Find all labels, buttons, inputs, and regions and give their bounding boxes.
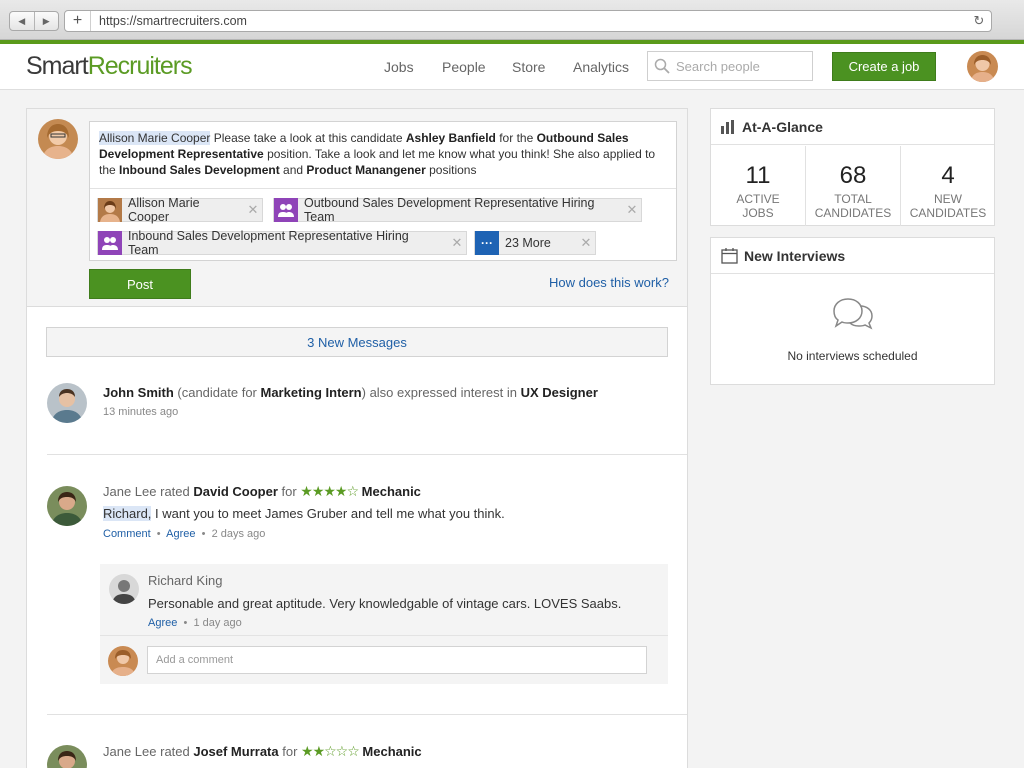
composer-area: Allison Marie Cooper Please take a look … — [27, 109, 687, 307]
current-user-avatar — [108, 646, 138, 676]
post-button[interactable]: Post — [89, 269, 191, 299]
tag-more[interactable]: ··· 23 More ✕ — [474, 231, 596, 255]
jane-lee-link[interactable]: Jane Lee — [103, 484, 157, 499]
comment-actions: Agree • 1 day ago — [148, 617, 242, 629]
create-job-button[interactable]: Create a job — [832, 52, 936, 81]
josef-murrata-link[interactable]: Josef Murrata — [193, 744, 278, 759]
john-smith-link[interactable]: John Smith — [103, 385, 174, 400]
remove-icon[interactable]: ✕ — [577, 235, 595, 251]
feed-text: Jane Lee rated David Cooper for ★★★★☆ Me… — [103, 483, 421, 499]
marketing-intern-link[interactable]: Marketing Intern — [261, 385, 362, 400]
chat-bubbles-icon — [831, 296, 875, 335]
browser-toolbar: ◀ ▶ + https://smartrecruiters.com ↻ — [0, 0, 1024, 40]
app-header: SmartRecruiters Jobs People Store Analyt… — [0, 44, 1024, 90]
nav-store[interactable]: Store — [512, 59, 545, 75]
comment-link[interactable]: Comment — [103, 528, 151, 540]
stat-new-candidates[interactable]: 4 NEW CANDIDATES — [901, 146, 995, 226]
mechanic-link[interactable]: Mechanic — [362, 744, 421, 759]
composer-avatar — [38, 119, 78, 159]
comment-thread: Richard King Personable and great aptitu… — [100, 564, 668, 684]
panel-header: At-A-Glance — [711, 109, 994, 145]
feed-text: John Smith (candidate for Marketing Inte… — [103, 385, 598, 400]
team-icon — [274, 198, 298, 222]
back-icon[interactable]: ◀ — [10, 12, 35, 30]
add-comment-input[interactable]: Add a comment — [147, 646, 647, 674]
panel-header: New Interviews — [711, 238, 994, 274]
stat-total-candidates[interactable]: 68 TOTAL CANDIDATES — [806, 146, 900, 226]
remove-icon[interactable]: ✕ — [623, 202, 641, 218]
url-text[interactable]: https://smartrecruiters.com — [91, 14, 967, 28]
jane-lee-link[interactable]: Jane Lee — [103, 744, 157, 759]
nav-jobs[interactable]: Jobs — [384, 59, 414, 75]
how-does-this-work-link[interactable]: How does this work? — [549, 275, 669, 290]
activity-feed: Allison Marie Cooper Please take a look … — [26, 108, 688, 768]
feed-actions: Comment • Agree • 2 days ago — [103, 528, 266, 540]
more-icon: ··· — [475, 231, 499, 255]
remove-icon[interactable]: ✕ — [448, 235, 466, 251]
comment-text: Personable and great aptitude. Very know… — [148, 596, 622, 611]
message-composer[interactable]: Allison Marie Cooper Please take a look … — [89, 121, 677, 261]
search-input[interactable] — [676, 58, 806, 74]
search-box[interactable] — [647, 51, 813, 81]
history-buttons: ◀ ▶ — [9, 11, 59, 31]
mechanic-link[interactable]: Mechanic — [362, 484, 421, 499]
timestamp: 13 minutes ago — [103, 406, 179, 418]
reload-icon[interactable]: ↻ — [967, 13, 991, 29]
search-icon — [648, 58, 676, 74]
mention-richard[interactable]: Richard, — [103, 506, 152, 521]
feed-text: Jane Lee rated Josef Murrata for ★★☆☆☆ M… — [103, 743, 422, 759]
new-tab-icon[interactable]: + — [65, 11, 91, 31]
divider — [100, 635, 668, 636]
david-cooper-link[interactable]: David Cooper — [193, 484, 278, 499]
panel-title: At-A-Glance — [742, 118, 823, 135]
nav-analytics[interactable]: Analytics — [573, 59, 629, 75]
address-bar[interactable]: + https://smartrecruiters.com ↻ — [64, 10, 992, 32]
agree-link[interactable]: Agree — [148, 617, 177, 629]
rating-stars-icon: ★★☆☆☆ — [301, 743, 360, 759]
richard-king-avatar[interactable] — [109, 574, 139, 604]
tag-inbound-team[interactable]: Inbound Sales Development Representative… — [97, 229, 467, 257]
composer-text[interactable]: Allison Marie Cooper Please take a look … — [90, 122, 676, 188]
jane-lee-avatar[interactable] — [47, 745, 87, 768]
jane-lee-avatar[interactable] — [47, 486, 87, 526]
panel-title: New Interviews — [744, 247, 846, 264]
tag-allison[interactable]: Allison Marie Cooper ✕ — [97, 196, 263, 224]
feed-message: Richard, I want you to meet James Gruber… — [103, 506, 505, 521]
agree-link[interactable]: Agree — [166, 528, 195, 540]
forward-icon[interactable]: ▶ — [35, 12, 59, 30]
tag-outbound-team[interactable]: Outbound Sales Development Representativ… — [273, 196, 642, 224]
logo[interactable]: SmartRecruiters — [26, 52, 193, 81]
john-smith-avatar[interactable] — [47, 383, 87, 423]
user-avatar[interactable] — [967, 51, 998, 82]
new-interviews-panel: New Interviews No interviews scheduled — [710, 237, 995, 385]
divider — [47, 454, 687, 455]
divider — [47, 714, 687, 715]
no-interviews-text: No interviews scheduled — [787, 349, 918, 363]
nav-people[interactable]: People — [442, 59, 486, 75]
calendar-icon — [721, 247, 738, 264]
mention-allison[interactable]: Allison Marie Cooper — [99, 131, 211, 145]
ux-designer-link[interactable]: UX Designer — [521, 385, 598, 400]
rating-stars-icon: ★★★★☆ — [300, 483, 359, 499]
commenter-name[interactable]: Richard King — [148, 573, 222, 588]
stat-active-jobs[interactable]: 11 ACTIVE JOBS — [711, 146, 805, 226]
person-avatar-icon — [98, 198, 122, 222]
team-icon — [98, 231, 122, 255]
remove-icon[interactable]: ✕ — [244, 202, 262, 218]
bar-chart-icon — [721, 119, 736, 134]
recipient-tags: Allison Marie Cooper ✕ Outbound Sales De… — [90, 188, 676, 257]
at-a-glance-panel: At-A-Glance 11 ACTIVE JOBS 68 TOTAL CANDID… — [710, 108, 995, 226]
new-messages-bar[interactable]: 3 New Messages — [46, 327, 668, 357]
